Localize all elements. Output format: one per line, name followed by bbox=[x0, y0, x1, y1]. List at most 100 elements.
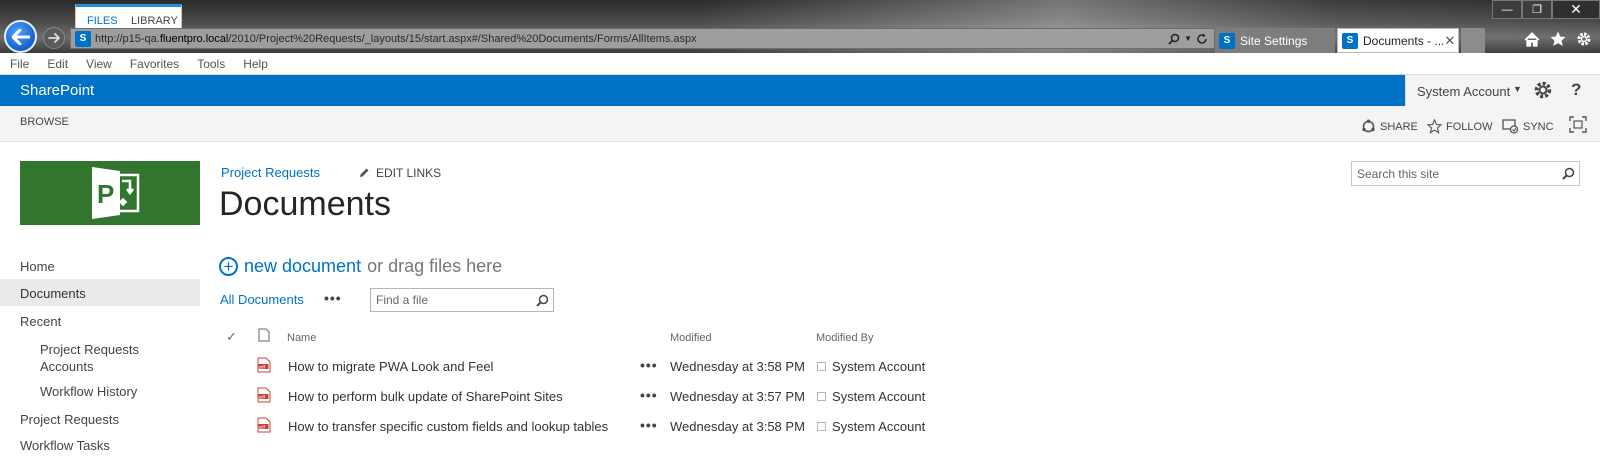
view-all-documents[interactable]: All Documents bbox=[220, 292, 304, 307]
url-prefix: http://p15-qa. bbox=[95, 32, 160, 45]
focus-on-content-button[interactable] bbox=[1569, 116, 1591, 133]
nav-item-workflow-tasks[interactable]: Workflow Tasks bbox=[20, 438, 110, 453]
back-button[interactable] bbox=[4, 20, 37, 53]
table-row[interactable]: pdf How to migrate PWA Look and Feel •••… bbox=[220, 354, 940, 380]
sync-button[interactable]: SYNC bbox=[1502, 119, 1554, 134]
column-header-modified-by[interactable]: Modified By bbox=[816, 332, 873, 344]
find-file-input[interactable] bbox=[371, 293, 531, 307]
nav-item-project-requests[interactable]: Project Requests bbox=[20, 412, 119, 427]
star-outline-icon bbox=[1427, 119, 1442, 134]
modified-date: Wednesday at 3:58 PM bbox=[670, 419, 805, 434]
presence-indicator-icon bbox=[817, 392, 826, 401]
project-logo-icon: P bbox=[92, 167, 140, 219]
menu-view[interactable]: View bbox=[86, 57, 112, 71]
menu-help[interactable]: Help bbox=[243, 57, 268, 71]
home-icon[interactable] bbox=[1522, 29, 1542, 49]
ribbon: BROWSE bbox=[0, 106, 1600, 142]
tab-documents[interactable]: S Documents - ... ✕ bbox=[1337, 28, 1459, 53]
pdf-file-icon: pdf bbox=[257, 357, 271, 373]
account-area: System Account ▼ ? bbox=[1405, 75, 1600, 106]
new-tab-button[interactable] bbox=[1461, 28, 1485, 53]
follow-button[interactable]: FOLLOW bbox=[1427, 119, 1492, 134]
site-search-input[interactable] bbox=[1352, 166, 1557, 181]
tab-library[interactable]: LIBRARY bbox=[131, 15, 178, 27]
pdf-file-icon: pdf bbox=[257, 417, 271, 433]
search-icon[interactable] bbox=[1557, 167, 1579, 180]
nav-item-documents[interactable]: Documents bbox=[20, 286, 86, 301]
favorites-star-icon[interactable] bbox=[1548, 29, 1568, 49]
file-type-header-icon bbox=[258, 328, 270, 342]
settings-gear-icon[interactable] bbox=[1533, 80, 1553, 100]
nav-item-project-requests-accounts[interactable]: Project Requests Accounts bbox=[40, 341, 170, 375]
tab-close-icon[interactable]: ✕ bbox=[1444, 33, 1455, 49]
edit-links-label: EDIT LINKS bbox=[376, 166, 442, 180]
pencil-icon bbox=[360, 168, 369, 177]
restore-button[interactable]: ❐ bbox=[1522, 0, 1552, 19]
site-search-box bbox=[1351, 161, 1580, 186]
account-menu[interactable]: System Account bbox=[1417, 84, 1510, 99]
menu-tools[interactable]: Tools bbox=[197, 57, 225, 71]
menu-file[interactable]: File bbox=[10, 57, 29, 71]
minimize-button[interactable]: — bbox=[1492, 0, 1522, 19]
svg-text:pdf: pdf bbox=[259, 394, 266, 399]
modified-by-link[interactable]: System Account bbox=[832, 359, 925, 374]
modified-by-link[interactable]: System Account bbox=[832, 389, 925, 404]
url-path: /2010/Project%20Requests/_layouts/15/sta… bbox=[228, 32, 697, 45]
svg-text:P: P bbox=[97, 179, 114, 209]
edit-links-button[interactable]: EDIT LINKS bbox=[358, 166, 441, 180]
site-logo[interactable]: P bbox=[20, 161, 200, 225]
tab-files[interactable]: FILES bbox=[87, 15, 118, 27]
plus-circle-icon[interactable]: + bbox=[219, 257, 238, 276]
share-icon bbox=[1362, 119, 1375, 133]
document-name-link[interactable]: How to perform bulk update of SharePoint… bbox=[288, 389, 563, 404]
menu-favorites[interactable]: Favorites bbox=[130, 57, 179, 71]
svg-text:pdf: pdf bbox=[259, 364, 266, 369]
tab-site-settings[interactable]: S Site Settings bbox=[1215, 28, 1335, 53]
item-ellipsis-menu[interactable]: ••• bbox=[640, 417, 658, 433]
close-window-button[interactable]: ✕ bbox=[1552, 0, 1600, 19]
pdf-file-icon: pdf bbox=[257, 387, 271, 403]
menu-edit[interactable]: Edit bbox=[47, 57, 68, 71]
forward-button[interactable] bbox=[43, 27, 65, 49]
tools-gear-icon[interactable] bbox=[1574, 29, 1594, 49]
select-all-checkmark[interactable]: ✓ bbox=[226, 329, 237, 345]
address-search-icon[interactable] bbox=[1168, 33, 1180, 45]
column-header-name[interactable]: Name bbox=[287, 332, 316, 344]
sharepoint-brand[interactable]: SharePoint bbox=[20, 82, 94, 99]
svg-text:pdf: pdf bbox=[259, 424, 266, 429]
share-button[interactable]: SHARE bbox=[1361, 119, 1418, 134]
document-name-link[interactable]: How to migrate PWA Look and Feel bbox=[288, 359, 493, 374]
address-url[interactable]: http://p15-qa.fluentpro.local/2010/Proje… bbox=[95, 33, 1168, 45]
search-icon[interactable] bbox=[531, 294, 553, 307]
modified-by-link[interactable]: System Account bbox=[832, 419, 925, 434]
view-options-ellipsis[interactable]: ••• bbox=[324, 290, 342, 306]
focus-content-icon bbox=[1569, 116, 1587, 133]
refresh-icon[interactable] bbox=[1196, 33, 1208, 45]
forward-arrow-icon bbox=[48, 33, 60, 43]
page-title: Documents bbox=[219, 185, 391, 223]
tab-browse[interactable]: BROWSE bbox=[20, 116, 69, 128]
item-ellipsis-menu[interactable]: ••• bbox=[640, 387, 658, 403]
column-header-modified[interactable]: Modified bbox=[670, 332, 712, 344]
nav-item-home[interactable]: Home bbox=[20, 259, 55, 274]
new-document-link[interactable]: new document bbox=[244, 256, 361, 277]
drag-files-hint: or drag files here bbox=[367, 256, 503, 276]
tab-label: Site Settings bbox=[1240, 33, 1308, 48]
breadcrumb[interactable]: Project Requests bbox=[221, 165, 320, 180]
find-file-box bbox=[370, 288, 554, 312]
item-ellipsis-menu[interactable]: ••• bbox=[640, 357, 658, 373]
address-dropdown-icon[interactable]: ▼ bbox=[1184, 34, 1192, 43]
document-name-link[interactable]: How to transfer specific custom fields a… bbox=[288, 419, 608, 434]
nav-item-recent[interactable]: Recent bbox=[20, 314, 61, 329]
back-arrow-icon bbox=[11, 28, 30, 45]
address-bar[interactable]: S http://p15-qa.fluentpro.local/2010/Pro… bbox=[70, 28, 1215, 49]
help-icon[interactable]: ? bbox=[1571, 80, 1581, 100]
nav-item-workflow-history[interactable]: Workflow History bbox=[40, 384, 137, 399]
new-document-area: + new document or drag files here bbox=[219, 256, 502, 277]
table-row[interactable]: pdf How to perform bulk update of ShareP… bbox=[220, 384, 940, 410]
sharepoint-favicon-icon: S bbox=[1219, 32, 1235, 49]
caret-down-icon[interactable]: ▼ bbox=[1513, 84, 1522, 94]
presence-indicator-icon bbox=[817, 362, 826, 371]
sync-label: SYNC bbox=[1523, 120, 1554, 133]
table-row[interactable]: pdf How to transfer specific custom fiel… bbox=[220, 414, 940, 440]
